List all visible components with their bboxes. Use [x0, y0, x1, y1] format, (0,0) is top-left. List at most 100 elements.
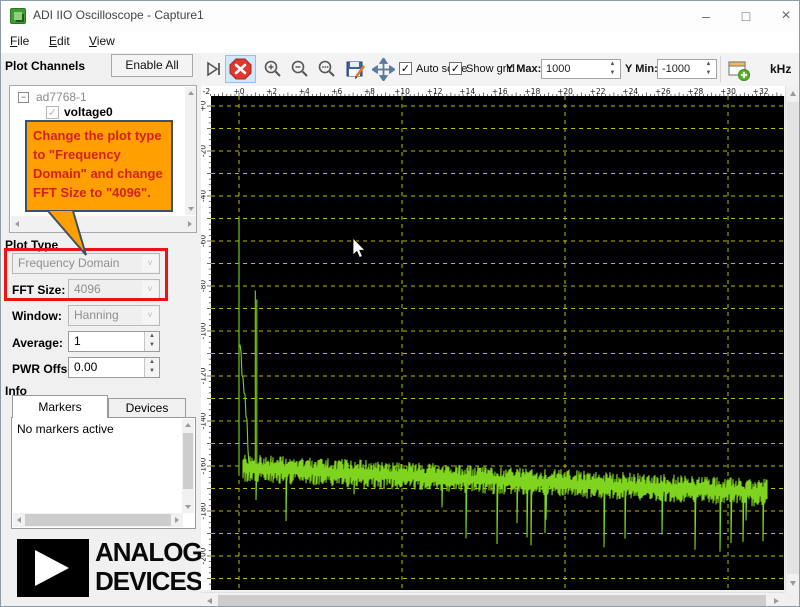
average-spinbox[interactable]: 1 ▲ ▼	[68, 331, 160, 352]
scroll-thumb[interactable]	[218, 595, 766, 606]
svg-text:+14: +14	[459, 87, 475, 96]
svg-text:+10: +10	[394, 87, 410, 96]
info-vertical-scrollbar[interactable]	[182, 419, 194, 513]
average-label: Average:	[12, 336, 63, 350]
callout-tail	[47, 210, 87, 256]
svg-text:-20: -20	[201, 145, 208, 157]
tab-markers[interactable]: Markers	[12, 395, 108, 418]
auto-scale-checkbox[interactable]: ✓	[399, 62, 412, 75]
svg-text:-140: -140	[201, 412, 208, 429]
svg-text:-80: -80	[201, 280, 208, 292]
svg-text:-100: -100	[201, 322, 208, 339]
svg-text:+20: +20	[557, 87, 573, 96]
voltage0-checkbox[interactable]: ✓	[46, 106, 59, 119]
new-plot-icon[interactable]	[727, 58, 751, 82]
scroll-down-icon[interactable]	[790, 581, 796, 586]
menu-bar: File Edit View	[1, 31, 799, 53]
device-node-label[interactable]: ad7768-1	[36, 90, 87, 104]
scroll-thumb[interactable]	[787, 102, 799, 574]
tree-expander-icon[interactable]: −	[18, 92, 29, 103]
markers-info-panel: No markers active	[11, 417, 196, 529]
zoom-in-icon[interactable]	[263, 59, 283, 79]
title-bar: ADI IIO Oscilloscope - Capture1 – □ ×	[1, 1, 799, 31]
scroll-up-icon[interactable]	[185, 423, 191, 427]
spinner-arrows-icon[interactable]: ▲ ▼	[144, 358, 159, 377]
close-button[interactable]: ×	[771, 5, 799, 27]
scroll-up-icon[interactable]	[790, 91, 796, 96]
app-window: ADI IIO Oscilloscope - Capture1 – □ × Fi…	[0, 0, 800, 607]
scroll-thumb[interactable]	[183, 433, 193, 489]
svg-text:+6: +6	[331, 87, 342, 96]
stop-icon	[229, 58, 252, 80]
zoom-fit-icon[interactable]	[317, 59, 337, 79]
save-icon[interactable]	[344, 58, 366, 80]
zoom-out-icon[interactable]	[290, 59, 310, 79]
enable-all-button[interactable]: Enable All	[111, 54, 193, 77]
scroll-left-icon[interactable]	[15, 221, 19, 227]
step-icon[interactable]	[205, 60, 223, 78]
window-label: Window:	[12, 309, 62, 323]
plot-vertical-scrollbar[interactable]	[785, 86, 799, 591]
tab-devices[interactable]: Devices	[108, 398, 186, 418]
svg-text:-120: -120	[201, 367, 208, 384]
app-icon	[10, 8, 26, 24]
svg-text:+0: +0	[233, 87, 244, 96]
window-title: ADI IIO Oscilloscope - Capture1	[33, 8, 204, 22]
svg-text:+2: +2	[266, 87, 277, 96]
scroll-down-icon[interactable]	[185, 505, 191, 509]
spinner-arrows-icon[interactable]: ▲ ▼	[605, 60, 620, 78]
svg-text:-60: -60	[201, 235, 208, 247]
scroll-right-icon[interactable]	[175, 517, 179, 523]
scroll-down-icon[interactable]	[188, 207, 194, 211]
plot-horizontal-scrollbar[interactable]	[201, 592, 785, 606]
chevron-down-icon: ˅	[142, 307, 158, 324]
tree-vertical-scrollbar[interactable]	[185, 87, 196, 215]
stop-capture-button[interactable]	[225, 55, 256, 83]
svg-text:-40: -40	[201, 190, 208, 202]
svg-text:+18: +18	[524, 87, 540, 96]
svg-text:+12: +12	[427, 87, 443, 96]
scroll-up-icon[interactable]	[188, 91, 194, 95]
maximize-button[interactable]: □	[731, 5, 761, 27]
svg-text:+28: +28	[687, 87, 703, 96]
channel-node-label[interactable]: voltage0	[64, 105, 113, 119]
svg-text:+24: +24	[622, 87, 638, 96]
scroll-thumb[interactable]	[25, 514, 171, 526]
y-min-label: Y Min:	[625, 63, 658, 75]
minimize-button[interactable]: –	[691, 5, 721, 27]
scroll-right-icon[interactable]	[188, 221, 192, 227]
svg-text:+16: +16	[492, 87, 508, 96]
plot-channels-label: Plot Channels	[5, 59, 86, 73]
tree-horizontal-scrollbar[interactable]	[11, 216, 196, 232]
svg-text:-2: -2	[203, 87, 211, 96]
info-horizontal-scrollbar[interactable]	[13, 513, 183, 527]
spinner-arrows-icon[interactable]: ▲ ▼	[144, 332, 159, 351]
fft-plot[interactable]: -2 +0 +2 +4 +6 +8 +10 +12 +14 +16 +18 +20 +22 +24 +26 +…	[201, 86, 785, 592]
svg-text:+0: +0	[201, 100, 208, 111]
scroll-right-icon[interactable]	[774, 598, 779, 604]
svg-text:-200: -200	[201, 547, 208, 564]
svg-text:+26: +26	[655, 87, 671, 96]
show-grid-checkbox[interactable]: ✓	[449, 62, 462, 75]
scroll-left-icon[interactable]	[17, 517, 21, 523]
menu-edit[interactable]: Edit	[49, 34, 70, 48]
plot-toolbar: ✓ Auto scale ✓ Show grid Y Max: 1000 ▲ ▼ …	[201, 53, 799, 86]
y-max-spinbox[interactable]: 1000 ▲ ▼	[541, 59, 621, 79]
y-min-spinbox[interactable]: -1000 ▲ ▼	[657, 59, 717, 79]
pwr-offset-spinbox[interactable]: 0.00 ▲ ▼	[68, 357, 160, 378]
frequency-unit-label: kHz	[770, 62, 792, 76]
svg-text:+32: +32	[753, 87, 769, 96]
window-dropdown[interactable]: Hanning ˅	[68, 305, 160, 326]
instruction-callout: Change the plot type to "Frequency Domai…	[25, 120, 173, 212]
svg-text:+22: +22	[590, 87, 606, 96]
svg-text:-160: -160	[201, 457, 208, 474]
scroll-left-icon[interactable]	[207, 598, 212, 604]
logo-triangle-icon	[35, 550, 69, 586]
svg-text:+8: +8	[364, 87, 375, 96]
spinner-arrows-icon[interactable]: ▲ ▼	[701, 60, 716, 78]
pan-icon[interactable]	[372, 58, 395, 81]
toolbar-separator	[720, 56, 721, 82]
menu-view[interactable]: View	[89, 34, 115, 48]
menu-file[interactable]: File	[10, 34, 29, 48]
analog-devices-logo	[17, 539, 89, 597]
